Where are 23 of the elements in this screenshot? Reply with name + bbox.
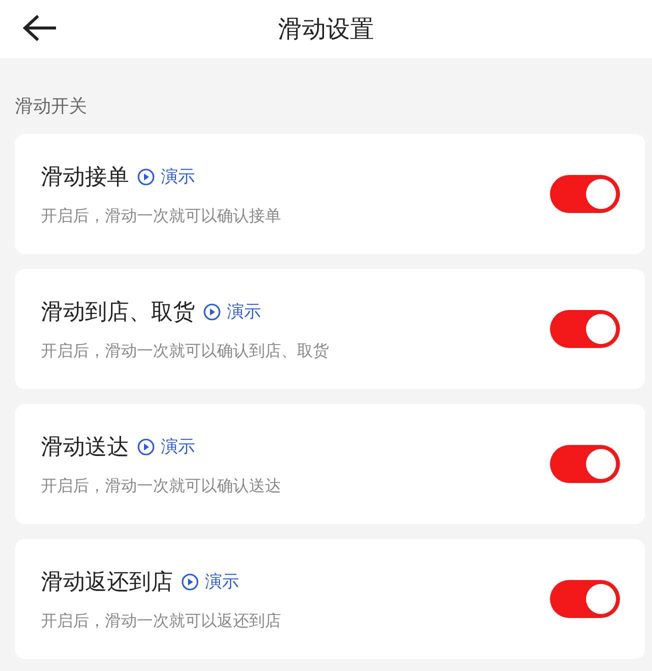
- back-icon[interactable]: [22, 13, 58, 43]
- toggle-switch[interactable]: [550, 445, 620, 483]
- toggle-switch[interactable]: [550, 310, 620, 348]
- play-icon: [203, 302, 221, 320]
- page-title: 滑动设置: [278, 14, 374, 45]
- demo-link[interactable]: 演示: [203, 300, 261, 323]
- toggle-switch[interactable]: [550, 175, 620, 213]
- setting-description: 开启后，滑动一次就可以返还到店: [41, 610, 282, 632]
- toggle-switch[interactable]: [550, 580, 620, 618]
- setting-title: 滑动接单: [41, 164, 129, 192]
- demo-link[interactable]: 演示: [137, 435, 195, 458]
- setting-description: 开启后，滑动一次就可以确认到店、取货: [41, 340, 330, 362]
- setting-title: 滑动送达: [41, 434, 129, 462]
- setting-title: 滑动返还到店: [41, 568, 173, 596]
- setting-description: 开启后，滑动一次就可以确认送达: [41, 476, 282, 496]
- setting-title: 滑动到店、取货: [41, 298, 195, 326]
- play-icon: [181, 572, 199, 590]
- play-icon: [137, 168, 155, 186]
- demo-link[interactable]: 演示: [181, 570, 239, 593]
- setting-description: 开启后，滑动一次就可以确认接单: [41, 206, 282, 226]
- play-icon: [137, 438, 155, 456]
- section-label: 滑动开关: [15, 96, 87, 117]
- demo-link[interactable]: 演示: [137, 165, 195, 188]
